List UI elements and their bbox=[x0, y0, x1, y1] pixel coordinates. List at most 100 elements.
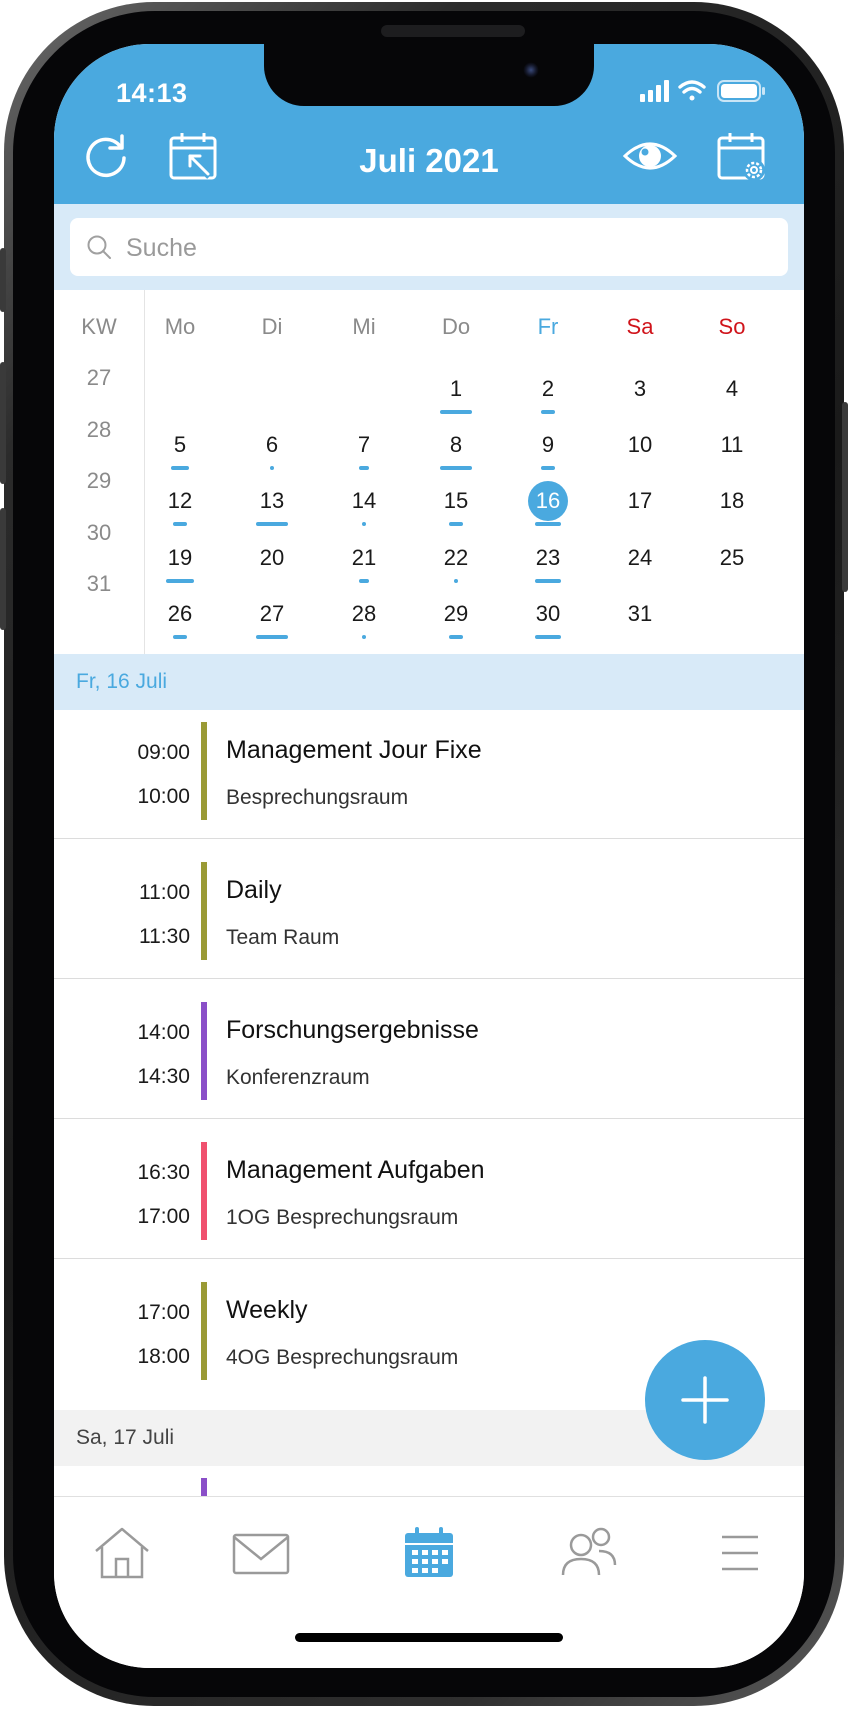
add-event-button[interactable] bbox=[645, 1340, 765, 1460]
event-title: Daily bbox=[226, 876, 282, 904]
event-indicator bbox=[171, 466, 189, 470]
tab-home[interactable] bbox=[92, 1525, 152, 1581]
calendar-day[interactable]: 10 bbox=[594, 430, 686, 480]
home-indicator[interactable] bbox=[295, 1633, 563, 1642]
day-number: 13 bbox=[259, 488, 285, 513]
status-indicators-icon bbox=[640, 80, 765, 102]
search-input[interactable] bbox=[124, 226, 768, 270]
calendar-day[interactable]: 17 bbox=[594, 486, 686, 536]
event-indicator bbox=[173, 635, 187, 639]
day-number: 12 bbox=[167, 488, 193, 513]
month-title[interactable]: Juli 2021 bbox=[54, 142, 804, 180]
visibility-button[interactable] bbox=[622, 130, 678, 182]
calendar-day[interactable]: 29 bbox=[410, 599, 502, 649]
event-start-time: 09:00 bbox=[137, 741, 190, 764]
calendar-day[interactable]: 24 bbox=[594, 543, 686, 593]
agenda-event[interactable]: 16:30 17:00 Management Aufgaben 1OG Besp… bbox=[54, 1130, 804, 1259]
kw-header: KW bbox=[81, 314, 117, 339]
event-color-bar bbox=[201, 1002, 207, 1100]
agenda-event[interactable]: 14:00 14:30 Forschungsergebnisse Konfere… bbox=[54, 990, 804, 1119]
event-title: Weekly bbox=[226, 1296, 308, 1324]
day-number: 28 bbox=[351, 601, 377, 626]
calendar-day[interactable]: 9 bbox=[502, 430, 594, 480]
volume-down-button bbox=[0, 508, 6, 630]
calendar-day[interactable]: 5 bbox=[134, 430, 226, 480]
weekday-mon: Mo bbox=[164, 314, 196, 339]
calendar-day[interactable]: 3 bbox=[594, 374, 686, 424]
silent-switch bbox=[0, 248, 6, 312]
status-time: 14:13 bbox=[116, 78, 188, 108]
agenda-event[interactable]: 09:00 10:00 Management Jour Fixe Besprec… bbox=[54, 710, 804, 839]
search-box[interactable] bbox=[70, 218, 788, 276]
weekday-sun: So bbox=[718, 314, 746, 339]
event-indicator bbox=[449, 635, 463, 639]
phone-frame: 14:13 Juli 2021 Suche KW 27 28 29 30 31 … bbox=[0, 2, 848, 1706]
weekday-wed: Mi bbox=[352, 314, 376, 339]
day-number: 17 bbox=[627, 488, 653, 513]
calendar-day[interactable]: 21 bbox=[318, 543, 410, 593]
tab-calendar[interactable] bbox=[399, 1525, 459, 1581]
calendar-day[interactable]: 19 bbox=[134, 543, 226, 593]
calendar-day[interactable]: 31 bbox=[594, 599, 686, 649]
calendar-day[interactable]: 28 bbox=[318, 599, 410, 649]
agenda-date-header: Fr, 16 Juli bbox=[54, 654, 804, 710]
app-screen: 14:13 Juli 2021 Suche KW 27 28 29 30 31 … bbox=[54, 44, 804, 1668]
event-start-time: 14:00 bbox=[137, 1021, 190, 1044]
event-location: Konferenzraum bbox=[226, 1066, 370, 1089]
day-number: 14 bbox=[351, 488, 377, 513]
calendar-settings-button[interactable] bbox=[716, 130, 768, 182]
calendar-day[interactable]: 30 bbox=[502, 599, 594, 649]
calendar-day[interactable]: 14 bbox=[318, 486, 410, 536]
day-number: 1 bbox=[449, 376, 463, 401]
tab-contacts[interactable] bbox=[559, 1525, 619, 1581]
calendar-day[interactable]: 4 bbox=[686, 374, 778, 424]
day-number: 3 bbox=[633, 376, 647, 401]
calendar-day[interactable]: 7 bbox=[318, 430, 410, 480]
calendar-day[interactable]: 1 bbox=[410, 374, 502, 424]
day-number: 11 bbox=[720, 432, 744, 457]
status-icons bbox=[640, 78, 766, 104]
event-indicator bbox=[535, 579, 561, 583]
tab-mail[interactable] bbox=[231, 1525, 291, 1581]
calendar-day[interactable]: 20 bbox=[226, 543, 318, 593]
event-end-time: 17:00 bbox=[137, 1205, 190, 1228]
calendar-day[interactable]: 6 bbox=[226, 430, 318, 480]
search-bar bbox=[54, 204, 804, 290]
event-location: Besprechungsraum bbox=[226, 786, 409, 809]
event-location: 4OG Besprechungsraum bbox=[226, 1346, 459, 1369]
event-end-time: 10:00 bbox=[137, 785, 190, 808]
event-start-time: 16:30 bbox=[137, 1161, 190, 1184]
month-calendar: KW 27 28 29 30 31 Mo Di Mi Do Fr Sa So 1… bbox=[54, 290, 804, 654]
calendar-day[interactable]: 22 bbox=[410, 543, 502, 593]
kw-number: 29 bbox=[86, 468, 112, 493]
weekday-tue: Di bbox=[261, 314, 283, 339]
day-number: 22 bbox=[443, 545, 469, 570]
calendar-day[interactable]: 8 bbox=[410, 430, 502, 480]
calendar-day[interactable]: 2 bbox=[502, 374, 594, 424]
day-number: 7 bbox=[357, 432, 371, 457]
day-number: 2 bbox=[541, 376, 555, 401]
day-number: 29 bbox=[443, 601, 469, 626]
calendar-day[interactable]: 12 bbox=[134, 486, 226, 536]
calendar-day[interactable]: 26 bbox=[134, 599, 226, 649]
calendar-day[interactable]: 18 bbox=[686, 486, 778, 536]
calendar-day[interactable]: 23 bbox=[502, 543, 594, 593]
day-number: 10 bbox=[627, 432, 653, 457]
event-indicator bbox=[256, 522, 288, 526]
calendar-day[interactable]: 13 bbox=[226, 486, 318, 536]
event-indicator bbox=[362, 522, 366, 526]
calendar-day[interactable]: 25 bbox=[686, 543, 778, 593]
event-indicator bbox=[541, 466, 555, 470]
calendar-day[interactable]: 27 bbox=[226, 599, 318, 649]
wifi-icon bbox=[678, 80, 706, 101]
agenda-event[interactable]: 11:00 11:30 Daily Team Raum bbox=[54, 850, 804, 979]
day-number: 27 bbox=[259, 601, 285, 626]
day-number: 4 bbox=[725, 376, 739, 401]
calendar-day[interactable]: 11 bbox=[686, 430, 778, 480]
day-number: 25 bbox=[719, 545, 745, 570]
weekday-fri: Fr bbox=[537, 314, 559, 339]
calendar-day-selected[interactable]: 16 bbox=[502, 481, 594, 536]
tab-menu[interactable] bbox=[714, 1525, 774, 1581]
event-location: 1OG Besprechungsraum bbox=[226, 1206, 459, 1229]
calendar-day[interactable]: 15 bbox=[410, 486, 502, 536]
